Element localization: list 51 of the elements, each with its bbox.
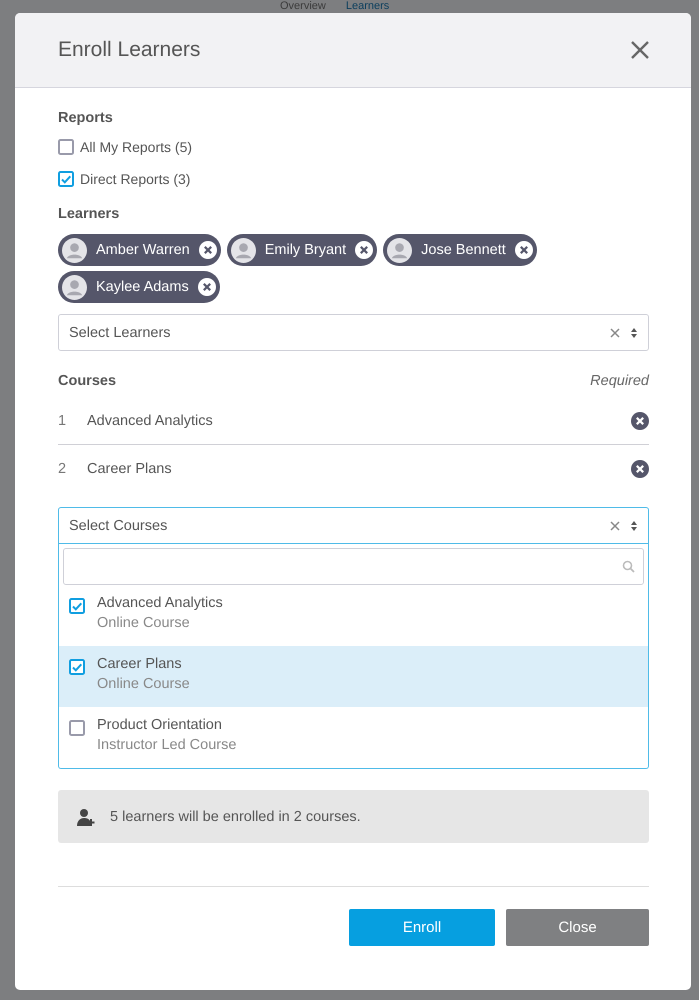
option-type: Online Course bbox=[97, 615, 191, 631]
course-option[interactable]: Product Orientation Instructor Led Course bbox=[59, 707, 648, 768]
avatar-icon bbox=[62, 238, 87, 262]
remove-icon[interactable] bbox=[198, 241, 217, 259]
checkbox[interactable] bbox=[58, 139, 74, 155]
checkbox[interactable] bbox=[69, 659, 85, 675]
option-name: Product Orientation bbox=[97, 717, 223, 733]
option-name: Advanced Analytics bbox=[97, 595, 223, 611]
course-option[interactable]: Career Plans Online Course bbox=[59, 646, 648, 707]
learner-name: Amber Warren bbox=[96, 242, 190, 258]
option-name: Career Plans bbox=[97, 656, 183, 672]
add-user-icon bbox=[76, 806, 96, 826]
section-label: Courses bbox=[58, 373, 116, 389]
avatar-icon bbox=[387, 238, 412, 262]
remove-icon[interactable] bbox=[514, 241, 533, 259]
remove-icon[interactable] bbox=[355, 241, 374, 259]
option-type: Online Course bbox=[97, 676, 190, 692]
learner-name: Emily Bryant bbox=[264, 242, 346, 258]
checkbox[interactable] bbox=[69, 598, 85, 614]
checkbox[interactable] bbox=[69, 720, 85, 736]
remove-icon[interactable] bbox=[631, 412, 649, 430]
sort-arrows-icon[interactable] bbox=[630, 520, 638, 532]
checkbox[interactable] bbox=[58, 171, 74, 187]
courses-select[interactable]: Select Courses bbox=[58, 507, 649, 544]
section-label: Reports bbox=[58, 110, 114, 126]
required-note: Required bbox=[590, 373, 649, 389]
avatar-icon bbox=[62, 274, 87, 300]
clear-icon[interactable] bbox=[610, 520, 620, 530]
summary-text: 5 learners will be enrolled in 2 courses. bbox=[110, 808, 361, 824]
learner-name: Kaylee Adams bbox=[96, 279, 189, 295]
close-button[interactable]: Close bbox=[506, 909, 649, 946]
remove-icon[interactable] bbox=[198, 278, 216, 296]
learners-select[interactable]: Select Learners bbox=[58, 314, 649, 351]
clear-icon[interactable] bbox=[610, 328, 620, 338]
checkbox-label: Direct Reports (3) bbox=[80, 171, 190, 187]
course-number: 1 bbox=[58, 412, 68, 428]
checkbox-label: All My Reports (5) bbox=[80, 139, 192, 155]
section-label: Learners bbox=[58, 206, 120, 222]
dialog-title: Enroll Learners bbox=[58, 38, 200, 62]
search-icon bbox=[622, 560, 635, 573]
course-name: Advanced Analytics bbox=[87, 412, 214, 428]
sort-arrows-icon[interactable] bbox=[630, 326, 638, 338]
remove-icon[interactable] bbox=[631, 460, 649, 478]
course-number: 2 bbox=[58, 460, 68, 476]
avatar-icon bbox=[230, 238, 256, 262]
learner-name: Jose Bennett bbox=[421, 242, 506, 258]
course-option[interactable]: Advanced Analytics Online Course bbox=[59, 585, 648, 646]
option-type: Instructor Led Course bbox=[97, 737, 236, 753]
close-icon[interactable] bbox=[629, 39, 651, 61]
course-name: Career Plans bbox=[87, 460, 173, 476]
search-field[interactable] bbox=[63, 548, 644, 585]
